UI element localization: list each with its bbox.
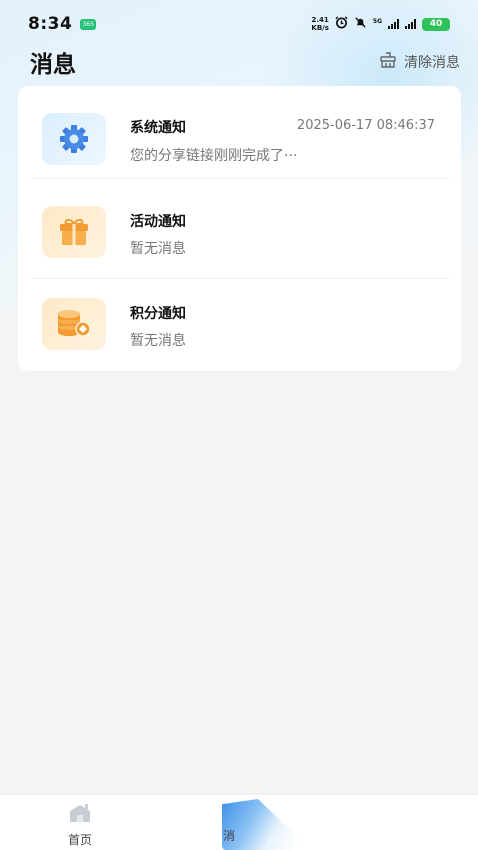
mute-icon: [354, 16, 367, 32]
coins-icon: [42, 298, 106, 350]
tab-bar: 首页 消: [0, 794, 478, 850]
alarm-icon: [335, 16, 348, 32]
network-speed: 2.41 KB/s: [311, 16, 328, 32]
message-preview: 暂无消息: [130, 333, 186, 349]
message-title: 活动通知: [130, 214, 186, 230]
clear-messages-label: 清除消息: [404, 55, 460, 71]
signal-label: 5G: [372, 18, 382, 25]
message-title: 积分通知: [130, 306, 186, 322]
status-bar: 8:34 365 2.41 KB/s 5G 40: [0, 0, 478, 48]
clear-messages-button[interactable]: 清除消息: [379, 52, 460, 72]
message-preview: 暂无消息: [130, 241, 186, 257]
clock: 8:34: [28, 14, 73, 34]
message-item-points[interactable]: 积分通知 暂无消息: [18, 278, 461, 371]
message-item-activity[interactable]: 活动通知 暂无消息: [18, 186, 461, 279]
message-preview: 您的分享链接刚刚完成了···: [130, 148, 298, 164]
message-list: 系统通知 2025-06-17 08:46:37 您的分享链接刚刚完成了··· …: [18, 86, 461, 371]
network-speed-unit: KB/s: [311, 24, 329, 32]
gear-icon: [42, 113, 106, 165]
page-title: 消息: [30, 52, 76, 78]
battery-icon: 40: [422, 17, 450, 31]
app-notification-icon: 365: [80, 18, 97, 30]
tab-home-label: 首页: [67, 833, 92, 847]
signal-icon: [388, 19, 399, 29]
message-time: 2025-06-17 08:46:37: [296, 118, 435, 133]
network-speed-value: 2.41: [311, 16, 329, 24]
message-item-system[interactable]: 系统通知 2025-06-17 08:46:37 您的分享链接刚刚完成了···: [18, 86, 461, 179]
message-title: 系统通知: [130, 120, 186, 136]
tab-home[interactable]: 首页: [40, 803, 120, 848]
broom-icon: [379, 52, 397, 72]
signal-icon-2: [405, 19, 416, 29]
gift-icon: [42, 206, 106, 258]
home-icon: [68, 803, 92, 827]
tab-messages-label: 消: [222, 829, 235, 843]
tab-messages[interactable]: 消: [190, 803, 270, 844]
page-header: 消息 清除消息: [30, 44, 460, 80]
